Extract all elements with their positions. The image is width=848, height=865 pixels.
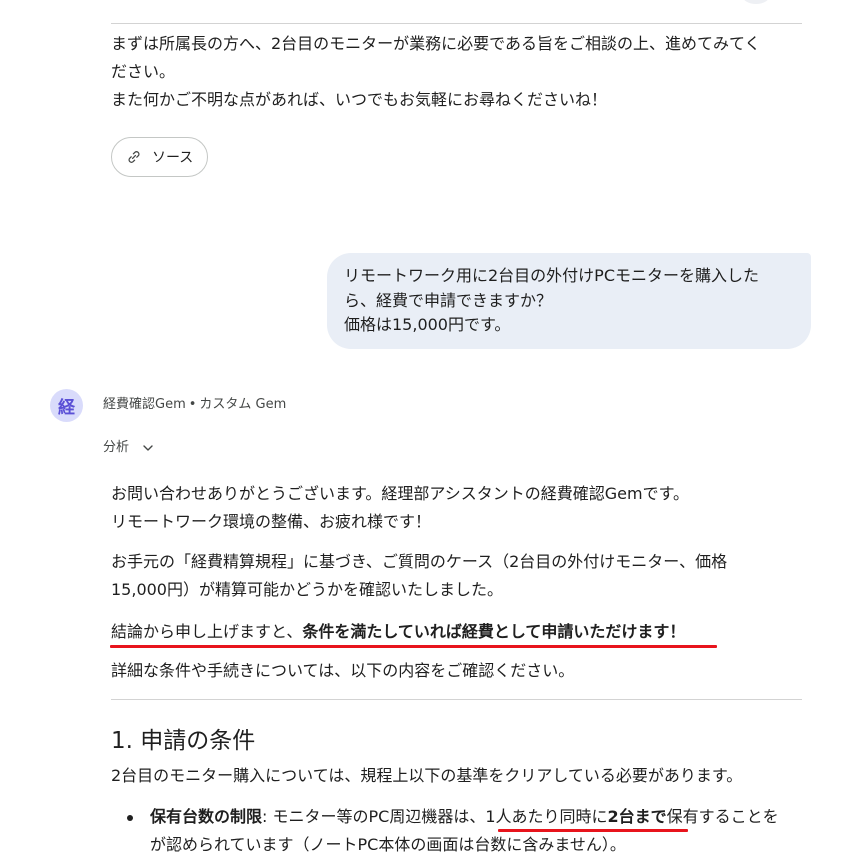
user-message-line: 価格は15,000円です。 bbox=[344, 315, 511, 334]
conclusion-bold: 条件を満たしていれば経費として申請いただけます！ bbox=[302, 622, 686, 641]
response-line: 詳細な条件や手続きについては、以下の内容をご確認ください。 bbox=[111, 661, 575, 680]
user-message-line: リモートワーク用に2台目の外付けPCモニターを購入した bbox=[344, 266, 760, 285]
response-line: お手元の「経費精算規程」に基づき、ご質問のケース（2台目の外付けモニター、価格 bbox=[111, 552, 728, 571]
response-line: リモートワーク環境の整備、お疲れ様です！ bbox=[111, 512, 432, 531]
response-line: お問い合わせありがとうございます。経理部アシスタントの経費確認Gemです。 bbox=[111, 484, 689, 503]
chevron-down-icon bbox=[141, 441, 155, 455]
analysis-toggle[interactable]: 分析 bbox=[103, 438, 155, 458]
previous-response-line: ださい。 bbox=[111, 62, 176, 81]
section-heading: 1. 申請の条件 bbox=[111, 728, 256, 754]
bullet-line: 保有台数の制限: モニター等のPC周辺機器は、1人あたり同時に2台まで保有するこ… bbox=[150, 803, 779, 831]
previous-response-line: まずは所属長の方へ、2台目のモニターが業務に必要である旨をご相談の上、進めてみて… bbox=[111, 34, 761, 53]
section-intro: 2台目のモニター購入については、規程上以下の基準をクリアしている必要があります。 bbox=[111, 766, 743, 785]
gem-name: 経費確認Gem bbox=[103, 397, 186, 412]
annotation-underline bbox=[110, 645, 717, 648]
user-message-line: ら、経費で申請できますか？ bbox=[344, 290, 553, 310]
user-message-bubble: リモートワーク用に2台目の外付けPCモニターを購入した ら、経費で申請できますか… bbox=[327, 253, 811, 349]
chat-page: まずは所属長の方へ、2台目のモニターが業務に必要である旨をご相談の上、進めてみて… bbox=[0, 0, 848, 865]
bullet-text: 保有することを bbox=[666, 807, 779, 826]
divider bbox=[111, 23, 802, 24]
gem-avatar: 経 bbox=[50, 389, 83, 422]
gem-type: カスタム Gem bbox=[199, 397, 287, 412]
divider bbox=[111, 699, 802, 700]
gem-separator: • bbox=[188, 397, 197, 412]
bullet-label: 保有台数の制限 bbox=[150, 807, 263, 826]
conclusion-line: 結論から申し上げますと、条件を満たしていれば経費として申請いただけます！ bbox=[111, 618, 685, 646]
conclusion-prefix: 結論から申し上げますと、 bbox=[111, 622, 303, 641]
link-icon bbox=[126, 149, 142, 165]
response-line: 15,000円）が精算可能かどうかを確認いたしました。 bbox=[111, 580, 503, 599]
analysis-label: 分析 bbox=[103, 440, 130, 455]
bullet-limit: 2台まで bbox=[607, 807, 667, 826]
bullet-line: が認められています（ノートPC本体の画面は台数に含みません）。 bbox=[150, 835, 626, 854]
bullet-text: モニター等のPC周辺機器は、 bbox=[272, 807, 486, 826]
previous-response-line: また何かご不明な点があれば、いつでもお気軽にお尋ねくださいね！ bbox=[111, 90, 608, 109]
bullet-text: 1人あたり同時に bbox=[485, 807, 608, 826]
sources-button-label: ソース bbox=[152, 150, 194, 166]
bullet-dot bbox=[127, 815, 133, 821]
gem-title: 経費確認Gem • カスタム Gem bbox=[103, 396, 286, 414]
bullet-colon: : bbox=[262, 807, 273, 826]
sources-button[interactable]: ソース bbox=[111, 137, 208, 177]
avatar-partial bbox=[742, 0, 770, 4]
